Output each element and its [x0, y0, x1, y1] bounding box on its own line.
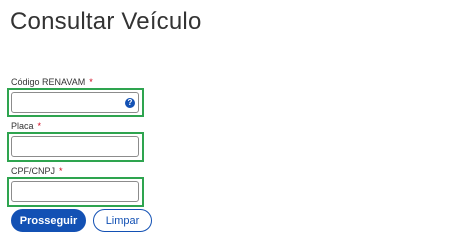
- placa-label: Placa *: [11, 121, 41, 132]
- required-mark: *: [37, 121, 42, 131]
- cpf-cnpj-input[interactable]: [11, 181, 139, 202]
- limpar-button[interactable]: Limpar: [93, 209, 152, 232]
- required-mark: *: [59, 166, 63, 176]
- placa-input[interactable]: [11, 136, 139, 157]
- renavam-label-text: Código RENAVAM: [11, 77, 86, 87]
- question-icon[interactable]: ?: [125, 98, 135, 108]
- required-mark: *: [89, 77, 93, 87]
- prosseguir-button[interactable]: Prosseguir: [11, 209, 86, 232]
- cpf-cnpj-label: CPF/CNPJ *: [11, 166, 63, 177]
- page-title: Consultar Veículo: [10, 8, 202, 35]
- renavam-label: Código RENAVAM *: [11, 77, 93, 88]
- renavam-input[interactable]: [11, 92, 139, 113]
- cpf-cnpj-label-text: CPF/CNPJ: [11, 166, 56, 176]
- placa-label-text: Placa: [11, 121, 34, 131]
